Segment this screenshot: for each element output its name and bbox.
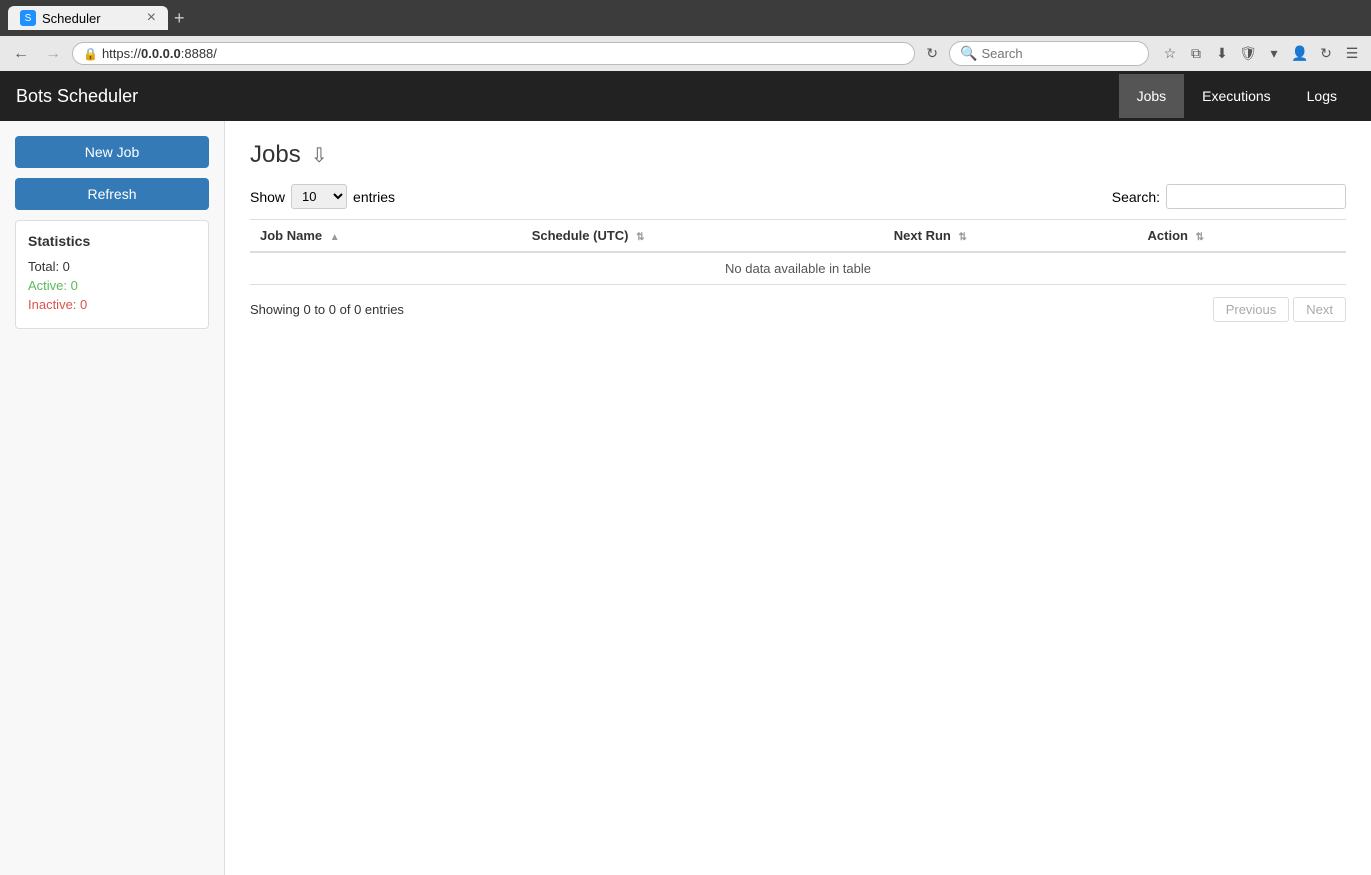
bookmark-icon[interactable]: ☆ xyxy=(1159,43,1181,65)
tab-label: Scheduler xyxy=(42,11,101,26)
address-bar[interactable]: 🔒 https://0.0.0.0:8888/ xyxy=(72,42,915,65)
nav-links: Jobs Executions Logs xyxy=(1119,74,1355,118)
nav-logs[interactable]: Logs xyxy=(1289,74,1355,118)
page-title: Jobs ⇩ xyxy=(250,141,1346,169)
sort-icon-job-name: ▲ xyxy=(330,232,340,243)
stat-active: Active: 0 xyxy=(28,278,196,293)
sync-icon[interactable]: ↻ xyxy=(1315,43,1337,65)
table-search-input[interactable] xyxy=(1166,184,1346,209)
tab-favicon: S xyxy=(20,10,36,26)
profile-icon[interactable]: 👤 xyxy=(1289,43,1311,65)
search-icon: 🔍 xyxy=(960,45,977,62)
col-action[interactable]: Action ⇅ xyxy=(1138,220,1346,253)
main-content: Jobs ⇩ Show 10 25 50 100 entries Search: xyxy=(225,121,1371,875)
browser-search-input[interactable] xyxy=(981,46,1121,61)
sort-icon-next-run: ⇅ xyxy=(958,232,966,243)
stat-total: Total: 0 xyxy=(28,259,196,274)
browser-actions: ☆ ⧉ ⬇ 🛡 ▾ 👤 ↻ ☰ xyxy=(1159,43,1363,65)
entries-select[interactable]: 10 25 50 100 xyxy=(291,184,347,209)
col-schedule[interactable]: Schedule (UTC) ⇅ xyxy=(522,220,884,253)
nav-executions[interactable]: Executions xyxy=(1184,74,1288,118)
next-button[interactable]: Next xyxy=(1293,297,1346,322)
sort-icon-action: ⇅ xyxy=(1196,232,1204,243)
search-text-label: Search: xyxy=(1112,189,1160,205)
stat-inactive: Inactive: 0 xyxy=(28,297,196,312)
table-header-row: Job Name ▲ Schedule (UTC) ⇅ Next Run ⇅ A… xyxy=(250,220,1346,253)
sort-icon-schedule: ⇅ xyxy=(636,232,644,243)
jobs-table: Job Name ▲ Schedule (UTC) ⇅ Next Run ⇅ A… xyxy=(250,219,1346,285)
tab-close-button[interactable]: × xyxy=(147,10,156,26)
url-path: / xyxy=(213,46,217,61)
app-body: New Job Refresh Statistics Total: 0 Acti… xyxy=(0,121,1371,875)
col-next-run[interactable]: Next Run ⇅ xyxy=(884,220,1138,253)
app-brand: Bots Scheduler xyxy=(16,86,1119,107)
new-tab-button[interactable]: + xyxy=(174,8,185,29)
table-controls: Show 10 25 50 100 entries Search: xyxy=(250,184,1346,209)
address-bar-row: ← → 🔒 https://0.0.0.0:8888/ ↻ 🔍 ☆ ⧉ ⬇ 🛡 … xyxy=(0,36,1371,71)
reload-button[interactable]: ↻ xyxy=(921,43,943,64)
col-job-name[interactable]: Job Name ▲ xyxy=(250,220,522,253)
no-data-row: No data available in table xyxy=(250,252,1346,285)
extensions-icon[interactable]: ⧉ xyxy=(1185,43,1207,65)
download-icon[interactable]: ⇩ xyxy=(311,143,328,168)
page-title-text: Jobs xyxy=(250,141,301,169)
browser-search-bar[interactable]: 🔍 xyxy=(949,41,1149,66)
browser-chrome: S Scheduler × + xyxy=(0,0,1371,36)
show-label: Show xyxy=(250,189,285,205)
url-port: :8888 xyxy=(181,46,214,61)
dropdown-icon[interactable]: ▾ xyxy=(1263,43,1285,65)
no-data-cell: No data available in table xyxy=(250,252,1346,285)
showing-text: Showing 0 to 0 of 0 entries xyxy=(250,302,404,317)
pagination-buttons: Previous Next xyxy=(1213,297,1346,322)
previous-button[interactable]: Previous xyxy=(1213,297,1290,322)
search-label-area: Search: xyxy=(1112,184,1346,209)
shield-icon[interactable]: 🛡 xyxy=(1237,43,1259,65)
back-button[interactable]: ← xyxy=(8,43,34,65)
url-host: 0.0.0.0 xyxy=(141,46,181,61)
show-entries: Show 10 25 50 100 entries xyxy=(250,184,395,209)
menu-icon[interactable]: ☰ xyxy=(1341,43,1363,65)
entries-label: entries xyxy=(353,189,395,205)
url-protocol: https:// xyxy=(102,46,141,61)
new-job-button[interactable]: New Job xyxy=(15,136,209,168)
secure-icon: 🔒 xyxy=(83,47,98,61)
table-header: Job Name ▲ Schedule (UTC) ⇅ Next Run ⇅ A… xyxy=(250,220,1346,253)
sidebar: New Job Refresh Statistics Total: 0 Acti… xyxy=(0,121,225,875)
url-display: https://0.0.0.0:8888/ xyxy=(102,46,217,61)
nav-jobs[interactable]: Jobs xyxy=(1119,74,1185,118)
table-body: No data available in table xyxy=(250,252,1346,285)
app-navbar: Bots Scheduler Jobs Executions Logs xyxy=(0,71,1371,121)
statistics-box: Statistics Total: 0 Active: 0 Inactive: … xyxy=(15,220,209,329)
browser-tab[interactable]: S Scheduler × xyxy=(8,6,168,30)
refresh-button[interactable]: Refresh xyxy=(15,178,209,210)
forward-button[interactable]: → xyxy=(40,43,66,65)
statistics-title: Statistics xyxy=(28,233,196,249)
pagination-row: Showing 0 to 0 of 0 entries Previous Nex… xyxy=(250,297,1346,322)
download-icon[interactable]: ⬇ xyxy=(1211,43,1233,65)
